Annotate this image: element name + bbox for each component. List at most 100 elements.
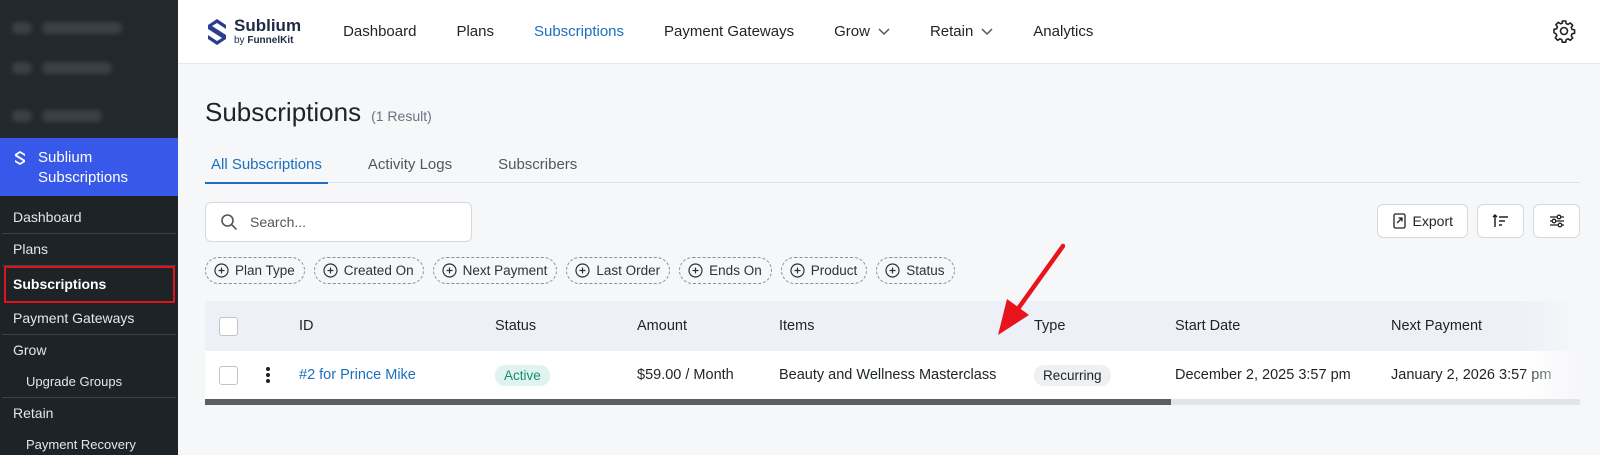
filter-label: Status [906, 263, 945, 278]
sidebar-item-retain[interactable]: Retain [0, 398, 178, 429]
main-area: Sublium by FunnelKit Dashboard Plans Sub… [178, 0, 1600, 455]
column-header-items[interactable]: Items [779, 301, 814, 351]
more-vertical-icon[interactable] [266, 367, 270, 383]
items-cell: Beauty and Wellness Masterclass [779, 367, 997, 383]
export-icon [1392, 213, 1406, 229]
sidebar-item-payment-gateways[interactable]: Payment Gateways [0, 303, 178, 334]
plus-circle-icon [323, 263, 338, 278]
sidebar-plugin-label: Sublium Subscriptions [38, 149, 129, 186]
content: Subscriptions (1 Result) All Subscriptio… [178, 97, 1600, 405]
table-row[interactable]: #2 for Prince Mike Active $59.00 / Month… [205, 351, 1580, 399]
tab-bar: All Subscriptions Activity Logs Subscrib… [205, 155, 1580, 184]
brand-by-name: FunnelKit [247, 35, 294, 46]
sidebar-item-subscriptions[interactable]: Subscriptions [4, 266, 175, 303]
sublium-logo-icon [15, 151, 25, 165]
column-header-amount[interactable]: Amount [637, 301, 687, 351]
export-button[interactable]: Export [1376, 204, 1468, 238]
main-nav: Dashboard Plans Subscriptions Payment Ga… [343, 23, 1133, 40]
type-badge: Recurring [1034, 364, 1111, 386]
toolbar-actions: Export [1376, 204, 1580, 238]
chevron-down-icon [981, 27, 993, 35]
annotation-arrow-icon [998, 243, 1065, 335]
subscription-id-link[interactable]: #2 for Prince Mike [299, 351, 416, 399]
start-date-cell: December 2, 2025 3:57 pm [1175, 367, 1351, 383]
next-payment-cell: January 2, 2026 3:57 pm [1391, 367, 1552, 383]
select-all-cell [219, 301, 238, 351]
search-icon [221, 214, 237, 230]
sliders-icon [1549, 214, 1564, 228]
type-cell: Recurring [1034, 351, 1111, 399]
brand-logo[interactable]: Sublium by FunnelKit [206, 17, 301, 46]
column-header-id[interactable]: ID [299, 301, 314, 351]
horizontal-scrollbar[interactable] [205, 399, 1580, 405]
sidebar-item-payment-recovery[interactable]: Payment Recovery [0, 429, 178, 455]
search-input[interactable] [250, 214, 450, 230]
status-cell: Active [495, 351, 550, 399]
nav-plans[interactable]: Plans [456, 23, 494, 40]
row-checkbox[interactable] [219, 365, 238, 385]
sort-button[interactable] [1477, 204, 1524, 238]
nav-analytics[interactable]: Analytics [1033, 23, 1093, 40]
plus-circle-icon [688, 263, 703, 278]
column-header-start-date[interactable]: Start Date [1175, 301, 1240, 351]
row-select-cell [219, 351, 238, 399]
nav-subscriptions[interactable]: Subscriptions [534, 23, 624, 40]
gear-icon[interactable] [1552, 19, 1576, 43]
filter-label: Ends On [709, 263, 762, 278]
tab-subscribers[interactable]: Subscribers [492, 155, 583, 183]
tab-activity-logs[interactable]: Activity Logs [362, 155, 458, 183]
filter-label: Product [810, 263, 858, 278]
sidebar-item-grow[interactable]: Grow [0, 335, 178, 366]
filter-next-payment[interactable]: Next Payment [432, 257, 558, 284]
plus-circle-icon [575, 263, 590, 278]
sidebar-item-plans[interactable]: Plans [0, 234, 178, 265]
wp-admin-sidebar: Sublium Subscriptions Dashboard Plans Su… [0, 0, 178, 455]
nav-grow[interactable]: Grow [834, 23, 890, 40]
filter-label: Created On [343, 263, 414, 278]
nav-retain-label: Retain [929, 23, 974, 40]
filter-product[interactable]: Product [780, 257, 868, 284]
filter-plan-type[interactable]: Plan Type [205, 257, 305, 284]
select-all-checkbox[interactable] [219, 316, 238, 336]
sidebar-plugin-sublium[interactable]: Sublium Subscriptions [0, 138, 178, 196]
brand-byline: by FunnelKit [234, 35, 301, 46]
brand-title: Sublium [234, 16, 302, 35]
filter-status[interactable]: Status [876, 257, 955, 284]
search-box[interactable] [205, 202, 472, 242]
filter-ends-on[interactable]: Ends On [679, 257, 772, 284]
status-badge: Active [495, 364, 550, 386]
table-header-row: ID Status Amount Items Type Start Date N… [205, 301, 1580, 351]
sublium-mark-icon [208, 18, 226, 45]
top-navbar: Sublium by FunnelKit Dashboard Plans Sub… [178, 0, 1600, 64]
sidebar-item-upgrade-groups[interactable]: Upgrade Groups [0, 366, 178, 397]
plus-circle-icon [214, 263, 229, 278]
amount-cell: $59.00 / Month [637, 367, 734, 383]
filter-label: Plan Type [235, 263, 295, 278]
result-count: (1 Result) [371, 108, 432, 124]
sort-icon [1491, 213, 1508, 227]
column-header-status[interactable]: Status [495, 301, 536, 351]
filter-label: Next Payment [462, 263, 548, 278]
brand-by-prefix: by [234, 35, 248, 46]
nav-payment-gateways[interactable]: Payment Gateways [664, 23, 794, 40]
filter-label: Last Order [596, 263, 661, 278]
sidebar-item-dashboard[interactable]: Dashboard [0, 202, 178, 233]
tab-all-subscriptions[interactable]: All Subscriptions [205, 155, 328, 184]
nav-retain[interactable]: Retain [930, 23, 993, 40]
row-actions-cell [266, 351, 270, 399]
toolbar: Export [205, 202, 1580, 242]
nav-dashboard[interactable]: Dashboard [343, 23, 416, 40]
column-header-next-payment[interactable]: Next Payment [1391, 301, 1482, 351]
subscriptions-table: ID Status Amount Items Type Start Date N… [205, 301, 1580, 405]
chevron-down-icon [878, 27, 890, 35]
export-label: Export [1412, 213, 1453, 229]
plus-circle-icon [790, 263, 805, 278]
filter-created-on[interactable]: Created On [313, 257, 424, 284]
page-title: Subscriptions [205, 97, 362, 127]
filter-last-order[interactable]: Last Order [566, 257, 671, 284]
scrollbar-thumb[interactable] [205, 399, 1171, 405]
column-settings-button[interactable] [1533, 204, 1580, 238]
sidebar-submenu: Dashboard Plans Subscriptions Payment Ga… [0, 196, 178, 455]
blurred-menu-area [0, 0, 178, 138]
plus-circle-icon [441, 263, 457, 278]
